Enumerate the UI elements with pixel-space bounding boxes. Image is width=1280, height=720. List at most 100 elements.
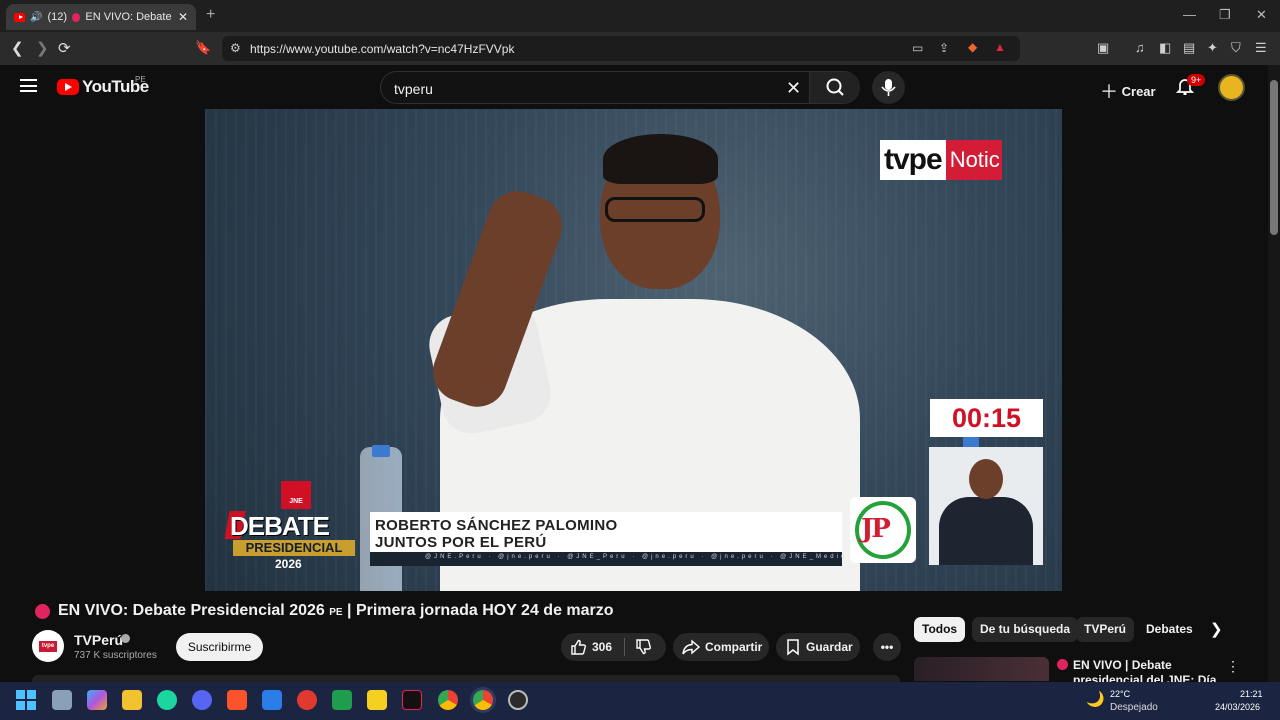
recommendation-title[interactable]: EN VIVO | Debate presidencial del JNE: D… — [1073, 658, 1218, 682]
app-icon-green[interactable] — [157, 690, 177, 710]
reader-mode-icon[interactable]: ▣ — [1097, 40, 1109, 56]
reload-button[interactable]: ⟳ — [58, 39, 71, 57]
candidate-name: ROBERTO SÁNCHEZ PALOMINO — [375, 517, 618, 534]
leo-ai-icon[interactable]: ✦ — [1207, 40, 1218, 56]
clock-date[interactable]: 24/03/2026 — [1215, 702, 1260, 712]
minimize-button[interactable]: — — [1183, 7, 1196, 22]
account-avatar[interactable] — [1218, 74, 1245, 101]
close-window-button[interactable]: ✕ — [1256, 7, 1267, 23]
speaker-glasses — [605, 197, 705, 222]
file-explorer-icon[interactable] — [122, 690, 142, 710]
app-icon-red[interactable] — [297, 690, 317, 710]
sign-language-interpreter — [929, 447, 1043, 565]
app-icon-gray[interactable] — [508, 690, 528, 710]
wallet-icon[interactable]: ▤ — [1183, 40, 1195, 56]
chip-tvperu[interactable]: TVPerú — [1076, 617, 1135, 642]
scrollbar-thumb[interactable] — [1270, 80, 1278, 235]
search-icon — [826, 78, 844, 96]
forward-button[interactable]: ❯ — [36, 39, 49, 57]
search-input[interactable]: tvperu — [394, 81, 433, 97]
clock-time[interactable]: 21:21 — [1240, 689, 1263, 699]
task-view-icon[interactable] — [52, 690, 72, 710]
speaker-hair — [603, 134, 718, 184]
search-clear-button[interactable]: ✕ — [786, 78, 801, 99]
like-count: 306 — [592, 640, 613, 654]
tab-title: EN VIVO: Debate Presidencial — [85, 11, 173, 23]
social-handles-text: @JNE.Peru · @jne.peru · @JNE_Peru · @jne… — [425, 554, 848, 560]
url-text[interactable]: https://www.youtube.com/watch?v=nc47HzFV… — [250, 42, 514, 56]
party-logo-text: JP — [861, 514, 891, 544]
browser-menu-icon[interactable]: ☰ — [1255, 40, 1267, 56]
chevron-right-icon[interactable]: ❯ — [1210, 620, 1223, 638]
video-player[interactable]: tvpe Notic 00:15 JP ROBERTO SÁNCHEZ PALO… — [205, 109, 1062, 591]
tab-count: (12) — [47, 11, 68, 23]
chip-de-tu-busqueda[interactable]: De tu búsqueda — [972, 617, 1079, 642]
media-icon[interactable]: ♫ — [1135, 40, 1145, 55]
weather-temperature[interactable]: 22°C — [1110, 689, 1130, 699]
chrome-active-icon[interactable] — [473, 690, 493, 710]
debate-subtitle: PRESIDENCIAL — [233, 540, 355, 556]
maximize-button[interactable]: ❐ — [1219, 7, 1231, 23]
recommendation-thumbnail[interactable] — [914, 657, 1049, 681]
microphone-icon — [881, 79, 896, 96]
thumbs-down-icon[interactable] — [635, 639, 651, 655]
bookmark-icon[interactable]: 🔖 — [195, 40, 211, 56]
vpn-icon[interactable]: ⛉ — [1231, 40, 1241, 56]
brave-icon[interactable] — [227, 690, 247, 710]
share-icon — [682, 639, 700, 655]
browser-tab-bar: 🔊 (12) EN VIVO: Debate Presidencial ✕ + … — [0, 0, 1280, 32]
browser-tab[interactable]: 🔊 (12) EN VIVO: Debate Presidencial ✕ — [6, 4, 196, 30]
cast-icon[interactable]: ▭ — [912, 41, 923, 55]
live-indicator-icon — [35, 604, 50, 619]
create-button[interactable]: ＋ Crear — [1100, 78, 1156, 104]
channel-avatar-logo: tvpe — [39, 641, 57, 652]
share-button[interactable]: Compartir — [673, 633, 769, 661]
brave-shield-icon[interactable]: ◆ — [968, 40, 977, 54]
more-actions-icon[interactable]: ••• — [873, 633, 901, 661]
chrome-icon[interactable] — [438, 690, 458, 710]
save-label: Guardar — [806, 640, 853, 654]
country-code: PE — [135, 75, 146, 84]
bookmark-save-icon — [787, 639, 799, 656]
windows-start-icon[interactable] — [16, 690, 36, 710]
guide-menu-icon[interactable] — [20, 79, 37, 92]
speaker-icon[interactable]: 🔊 — [30, 12, 42, 23]
tab-close-button[interactable]: ✕ — [178, 10, 188, 24]
address-bar[interactable]: ⚙ https://www.youtube.com/watch?v=nc47Hz… — [222, 36, 1020, 61]
tiktok-icon[interactable] — [402, 690, 422, 710]
site-settings-icon[interactable]: ⚙ — [230, 41, 241, 55]
back-button[interactable]: ❮ — [11, 39, 24, 57]
timer-accent — [963, 437, 979, 447]
comments-section-edge — [32, 675, 900, 682]
tvpe-logo-text: tvpe — [880, 140, 946, 180]
recommendation-menu-icon[interactable]: ⋮ — [1226, 658, 1240, 675]
save-button[interactable]: Guardar — [776, 633, 860, 661]
sidebar-icon[interactable]: ◧ — [1159, 40, 1171, 56]
search-button[interactable] — [809, 72, 860, 103]
channel-name[interactable]: TVPerú — [74, 632, 123, 648]
weather-condition[interactable]: Despejado — [1110, 702, 1158, 713]
like-divider — [624, 638, 625, 656]
app-icon-blue[interactable] — [262, 690, 282, 710]
new-tab-button[interactable]: + — [206, 6, 215, 24]
discord-icon[interactable] — [192, 690, 212, 710]
browser-toolbar: ❮ ❯ ⟳ 🔖 ⚙ https://www.youtube.com/watch?… — [0, 32, 1280, 65]
copilot-icon[interactable] — [87, 690, 107, 710]
sticky-notes-icon[interactable] — [367, 690, 387, 710]
chip-debates[interactable]: Debates — [1138, 617, 1201, 642]
plus-icon: ＋ — [1100, 82, 1118, 102]
youtube-play-icon — [57, 79, 79, 95]
search-box[interactable]: tvperu ✕ — [380, 71, 860, 104]
brave-rewards-icon[interactable]: ▲ — [994, 40, 1006, 54]
debate-year: 2026 — [275, 557, 302, 571]
thumbs-up-icon — [571, 639, 586, 655]
chip-todos[interactable]: Todos — [914, 617, 966, 642]
share-label: Compartir — [705, 640, 763, 654]
subscribe-button[interactable]: Suscribirme — [176, 633, 263, 661]
weather-moon-icon[interactable]: 🌙 — [1086, 690, 1105, 708]
excel-icon[interactable] — [332, 690, 352, 710]
share-page-icon[interactable]: ⇪ — [939, 41, 949, 55]
voice-search-button[interactable] — [872, 71, 905, 104]
noticias-logo-text: Notic — [945, 140, 1002, 180]
video-title-tag: PE — [329, 607, 343, 618]
